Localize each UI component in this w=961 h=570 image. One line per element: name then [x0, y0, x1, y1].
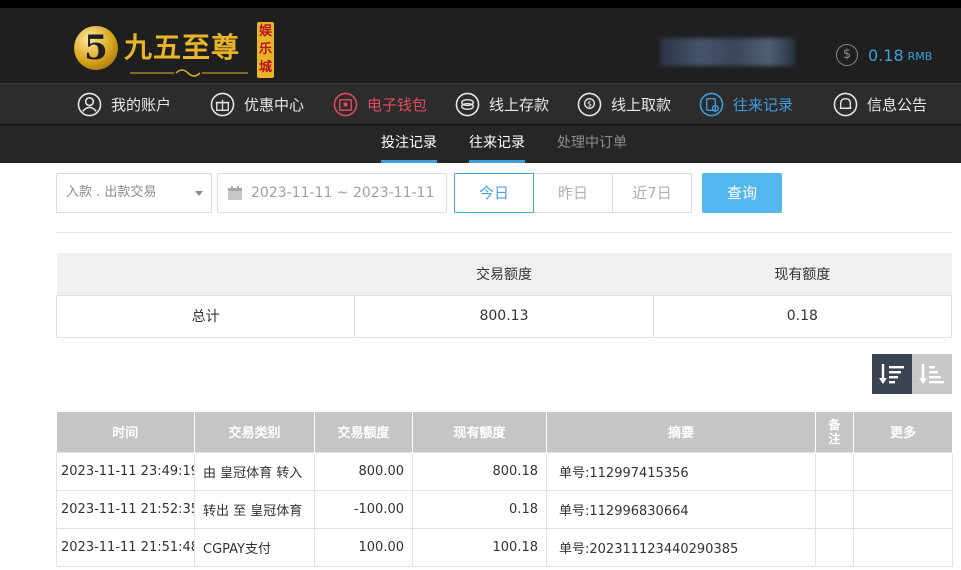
sort-ascending-icon — [919, 364, 944, 384]
logo-mark: 5 — [84, 28, 108, 68]
wallet-icon — [333, 92, 358, 116]
sort-ascending-button[interactable] — [912, 354, 952, 394]
cell-type: 由 皇冠体育 转入 — [194, 451, 315, 491]
cell-balance: 0.18 — [412, 489, 547, 529]
summary-header-cell: 交易额度 — [354, 253, 654, 295]
cell-note — [815, 489, 854, 529]
tab-bet-records[interactable]: 投注记录 — [381, 125, 437, 163]
calendar-icon — [228, 186, 242, 200]
deposit-icon — [455, 92, 480, 116]
table-row[interactable]: 2023-11-11 21:52:35 转出 至 皇冠体育 -100.00 0.… — [56, 489, 953, 529]
cell-time: 2023-11-11 21:52:35 — [56, 489, 195, 529]
col-header-more: 更多 — [853, 412, 953, 452]
cell-more[interactable] — [853, 451, 953, 491]
summary-header-cell — [56, 253, 355, 295]
col-header-note: 备注 — [815, 412, 854, 452]
select-value: 入款 . 出款交易 — [66, 185, 157, 200]
cell-amount: 100.00 — [314, 527, 413, 567]
col-header-amount[interactable]: 交易额度 — [314, 412, 413, 452]
balance-amount: 0.18 — [868, 45, 904, 65]
summary-table: 交易额度 现有额度 总计 800.13 0.18 — [55, 253, 953, 338]
sort-descending-icon — [879, 364, 904, 384]
nav-label: 线上存款 — [489, 95, 550, 114]
date-range-input[interactable]: 2023-11-11 ~ 2023-11-11 — [217, 173, 447, 213]
bell-icon — [833, 92, 858, 116]
nav-e-wallet[interactable]: 电子钱包 — [333, 91, 427, 117]
cell-time: 2023-11-11 21:51:48 — [56, 527, 195, 567]
range-today-button[interactable]: 今日 — [454, 173, 534, 213]
gift-icon — [210, 92, 235, 116]
nav-label: 优惠中心 — [244, 95, 305, 114]
logo-ornament — [130, 69, 248, 77]
cell-amount: 800.00 — [314, 451, 413, 491]
withdraw-icon: $ — [577, 92, 602, 116]
records-header-row: 时间 交易类别 交易额度 现有额度 摘要 备注 更多 — [56, 412, 953, 452]
balance-currency: RMB — [907, 50, 933, 63]
records-icon — [699, 92, 724, 116]
nav-promotions[interactable]: 优惠中心 — [210, 91, 304, 117]
sort-descending-button[interactable] — [872, 354, 912, 394]
cell-summary: 单号:202311123440290385 — [546, 527, 816, 567]
query-button[interactable]: 查询 — [702, 173, 782, 213]
nav-label: 电子钱包 — [367, 95, 428, 114]
nav-online-deposit[interactable]: 线上存款 — [455, 91, 549, 117]
sort-toggle — [872, 354, 952, 394]
cell-summary: 单号:112996830664 — [546, 489, 816, 529]
nav-label: 线上取款 — [611, 95, 672, 114]
nav-label: 往来记录 — [733, 95, 794, 114]
cell-summary: 单号:112997415356 — [546, 451, 816, 491]
summary-total-row: 总计 800.13 0.18 — [55, 294, 953, 338]
cell-type: 转出 至 皇冠体育 — [194, 489, 315, 529]
cell-note — [815, 451, 854, 491]
summary-header-cell: 现有额度 — [653, 253, 952, 295]
divider — [56, 232, 952, 233]
username-redacted — [660, 38, 795, 66]
tab-transaction-records[interactable]: 往来记录 — [469, 125, 525, 163]
summary-amount: 800.13 — [354, 294, 654, 338]
cell-amount: -100.00 — [314, 489, 413, 529]
range-yesterday-button[interactable]: 昨日 — [533, 173, 613, 213]
account-balance: $ 0.18 RMB — [836, 44, 932, 66]
chevron-down-icon — [195, 191, 203, 196]
cell-balance: 100.18 — [412, 527, 547, 567]
dollar-coin-icon: $ — [836, 44, 858, 66]
summary-header-row: 交易额度 现有额度 — [56, 253, 952, 295]
nav-online-withdraw[interactable]: $ 线上取款 — [577, 91, 671, 117]
table-row[interactable]: 2023-11-11 23:49:19 由 皇冠体育 转入 800.00 800… — [56, 451, 953, 491]
svg-text:$: $ — [587, 99, 592, 108]
cell-time: 2023-11-11 23:49:19 — [56, 451, 195, 491]
summary-balance: 0.18 — [652, 294, 953, 338]
nav-announcements[interactable]: 信息公告 — [833, 91, 927, 117]
col-header-summary: 摘要 — [546, 412, 816, 452]
summary-label: 总计 — [55, 294, 356, 338]
cell-type: CGPAY支付 — [194, 527, 315, 567]
cell-more[interactable] — [853, 527, 953, 567]
col-header-balance[interactable]: 现有额度 — [412, 412, 547, 452]
records-table: 时间 交易类别 交易额度 现有额度 摘要 备注 更多 2023-11-11 23… — [56, 412, 953, 567]
brand-badge: 娱乐城 — [257, 22, 274, 78]
cell-note — [815, 527, 854, 567]
main-nav: 我的账户 优惠中心 电子钱包 线上存款 $ 线上取款 往来记录 信息公告 — [0, 83, 961, 125]
tab-pending-orders[interactable]: 处理中订单 — [557, 125, 627, 163]
brand-name: 九五至尊 — [124, 31, 241, 64]
nav-transaction-records[interactable]: 往来记录 — [699, 91, 793, 117]
logo-emblem: 5 — [74, 26, 118, 70]
range-7days-button[interactable]: 近7日 — [612, 173, 692, 213]
top-bar: 5 九五至尊 娱乐城 $ 0.18 RMB — [0, 0, 961, 83]
cell-more[interactable] — [853, 489, 953, 529]
nav-my-account[interactable]: 我的账户 — [77, 91, 171, 117]
table-row[interactable]: 2023-11-11 21:51:48 CGPAY支付 100.00 100.1… — [56, 527, 953, 567]
records-subnav: 投注记录 往来记录 处理中订单 — [0, 125, 961, 163]
cell-balance: 800.18 — [412, 451, 547, 491]
col-header-type[interactable]: 交易类别 — [194, 412, 315, 452]
transaction-type-select[interactable]: 入款 . 出款交易 — [56, 173, 212, 213]
nav-label: 信息公告 — [867, 95, 928, 114]
col-header-time[interactable]: 时间 — [56, 412, 195, 452]
user-icon — [77, 92, 102, 116]
date-range-value: 2023-11-11 ~ 2023-11-11 — [251, 185, 435, 201]
brand-logo[interactable]: 5 九五至尊 娱乐城 — [74, 20, 284, 80]
nav-label: 我的账户 — [111, 95, 172, 114]
